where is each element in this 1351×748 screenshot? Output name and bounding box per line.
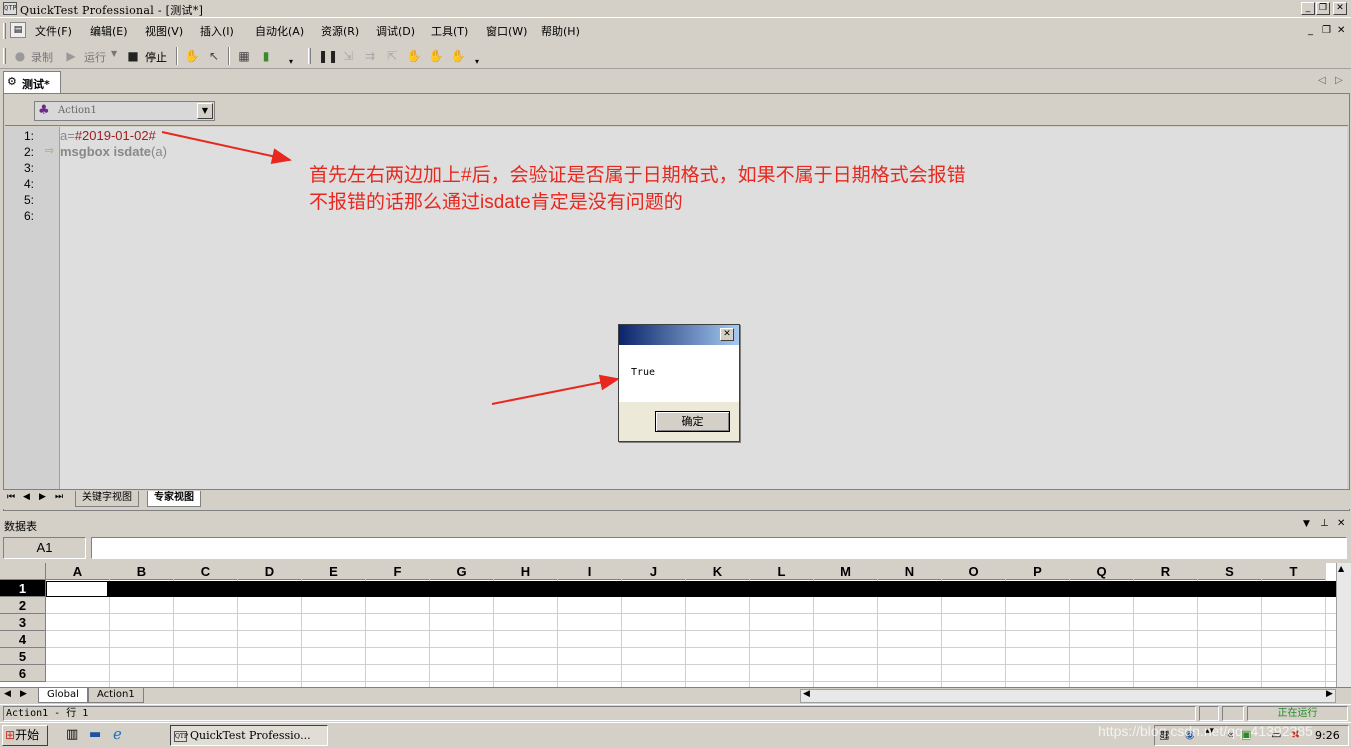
- column-header[interactable]: M: [814, 563, 878, 580]
- grid-vertical-scrollbar[interactable]: ▲: [1336, 563, 1351, 687]
- row-header[interactable]: 5: [0, 648, 46, 665]
- msgbox-dialog: ✕ True 确定: [618, 324, 740, 442]
- pin-icon[interactable]: ⊥: [1320, 518, 1329, 529]
- sheet-prev-icon[interactable]: ◀: [4, 689, 11, 699]
- row-header[interactable]: 1: [0, 580, 46, 597]
- show-desktop-icon[interactable]: ▥: [66, 727, 78, 742]
- ok-button[interactable]: 确定: [655, 411, 730, 432]
- hscroll-left-icon[interactable]: ◀: [803, 689, 810, 699]
- status-running: 正在运行: [1247, 706, 1348, 721]
- next-tab-icon[interactable]: ▶: [39, 492, 46, 502]
- windows-logo-icon: ⊞: [5, 728, 16, 742]
- grid-horizontal-scrollbar[interactable]: [800, 689, 1336, 703]
- taskbar-item-label: QuickTest Professio...: [190, 729, 311, 742]
- row-header[interactable]: 2: [0, 597, 46, 614]
- grid-row-line: [46, 664, 1336, 665]
- status-bar: Action1 - 行 1 正在运行: [0, 704, 1351, 721]
- grid-row-line: [46, 647, 1336, 648]
- panel-menu-icon[interactable]: ▼: [1303, 519, 1310, 529]
- column-header[interactable]: B: [110, 563, 174, 580]
- column-header[interactable]: N: [878, 563, 942, 580]
- qtp-icon: QTP: [174, 730, 188, 742]
- msgbox-close-icon[interactable]: ✕: [720, 328, 734, 341]
- sheet-tab-global[interactable]: Global: [38, 688, 88, 703]
- status-panel: [1199, 706, 1219, 721]
- datatable-header: 数据表 ▼ ⊥ ✕: [0, 516, 1351, 534]
- selected-row-highlight: [108, 581, 1336, 597]
- start-button[interactable]: ⊞开始: [2, 725, 48, 746]
- datatable-title: 数据表: [4, 520, 37, 533]
- status-position: Action1 - 行 1: [3, 706, 1196, 721]
- sheet-next-icon[interactable]: ▶: [20, 689, 27, 699]
- column-header[interactable]: D: [238, 563, 302, 580]
- column-header[interactable]: P: [1006, 563, 1070, 580]
- start-button-label: 开始: [15, 728, 40, 742]
- tab-expert-view[interactable]: 专家视图: [147, 491, 201, 507]
- last-tab-icon[interactable]: ⏭: [55, 492, 63, 502]
- column-header[interactable]: R: [1134, 563, 1198, 580]
- annotation-arrow-msgbox: [491, 374, 620, 405]
- column-header[interactable]: Q: [1070, 563, 1134, 580]
- status-panel: [1222, 706, 1244, 721]
- column-header[interactable]: O: [942, 563, 1006, 580]
- row-header[interactable]: 3: [0, 614, 46, 631]
- formula-bar: A1: [0, 536, 1351, 562]
- taskbar-item-qtp[interactable]: QTP QuickTest Professio...: [170, 725, 328, 746]
- column-header[interactable]: G: [430, 563, 494, 580]
- column-header[interactable]: J: [622, 563, 686, 580]
- column-header[interactable]: S: [1198, 563, 1262, 580]
- grid-row-line: [46, 613, 1336, 614]
- tab-keyword-view[interactable]: 关键字视图: [75, 491, 139, 507]
- column-header[interactable]: H: [494, 563, 558, 580]
- sheet-tab-action1[interactable]: Action1: [88, 688, 144, 703]
- ie-icon[interactable]: ℯ: [113, 725, 122, 743]
- annotation-arrow-code: [161, 131, 292, 164]
- cell-reference[interactable]: A1: [3, 537, 86, 559]
- first-tab-icon[interactable]: ⏮: [7, 492, 15, 502]
- column-header[interactable]: E: [302, 563, 366, 580]
- column-header[interactable]: C: [174, 563, 238, 580]
- column-header[interactable]: A: [46, 563, 110, 580]
- panel-close-icon[interactable]: ✕: [1337, 518, 1345, 529]
- selected-cell[interactable]: [46, 581, 108, 597]
- prev-tab-icon[interactable]: ◀: [23, 492, 30, 502]
- grid-row-line: [46, 630, 1336, 631]
- clock: 9:26: [1315, 729, 1340, 742]
- view-tab-bar: ⏮ ◀ ▶ ⏭: [3, 489, 1350, 509]
- msgbox-message: True: [631, 367, 656, 378]
- row-header[interactable]: 6: [0, 665, 46, 682]
- column-header[interactable]: I: [558, 563, 622, 580]
- sheet-tab-bar: ◀ ▶ Global Action1 ◀ ▶: [0, 687, 1351, 704]
- cell-value-input[interactable]: [91, 537, 1347, 559]
- column-header[interactable]: K: [686, 563, 750, 580]
- column-header[interactable]: F: [366, 563, 430, 580]
- scroll-up-icon[interactable]: ▲: [1338, 564, 1344, 573]
- grid-row-line: [46, 681, 1336, 682]
- column-header[interactable]: L: [750, 563, 814, 580]
- column-header[interactable]: T: [1262, 563, 1326, 580]
- watermark: https://blog.csdn.net/qq_41392385: [1098, 723, 1313, 739]
- datatable-grid[interactable]: ABCDEFGHIJKLMNOPQRST 123456: [0, 563, 1336, 687]
- row-header[interactable]: 4: [0, 631, 46, 648]
- desktop-icon[interactable]: ▬: [89, 727, 101, 742]
- hscroll-right-icon[interactable]: ▶: [1326, 689, 1333, 699]
- grid-corner[interactable]: [0, 563, 46, 580]
